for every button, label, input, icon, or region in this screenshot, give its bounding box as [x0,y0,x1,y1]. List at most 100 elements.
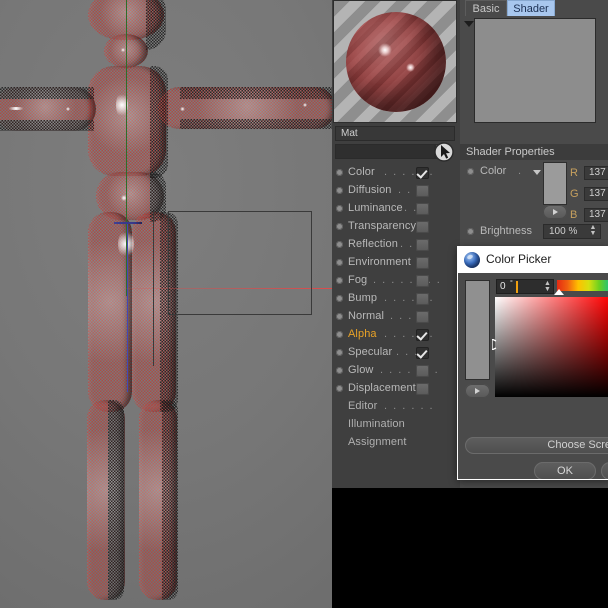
selection-rectangle[interactable] [168,211,312,315]
specular-highlight [180,107,185,111]
color-picker-body: 0 ° ▲ ▼ Choose Scre OK [458,273,608,479]
channel-bullet-icon [336,205,343,212]
model-shading-overlay [180,119,332,129]
shader-color-swatch[interactable] [543,162,567,205]
property-bullet-icon [467,228,474,235]
rgb-field-g[interactable]: 137 [584,187,608,201]
disclosure-triangle-icon[interactable] [464,21,474,27]
shader-preview-box[interactable] [474,18,596,123]
hue-unit: ° [510,280,513,287]
channel-bullet-icon [336,259,343,266]
rgb-field-b[interactable]: 137 [584,208,608,222]
menu-leader-dots: . . . . . . [384,400,435,412]
cancel-button-partial[interactable] [601,462,608,479]
tab-basic[interactable]: Basic [465,0,507,16]
channel-bullet-icon [336,313,343,320]
channel-checkbox-specular[interactable] [416,347,429,359]
channel-label: Color [348,166,375,178]
channel-label: Specular [348,346,393,358]
model-shading-overlay [0,87,94,99]
channel-row-luminance[interactable]: Luminance . . [332,200,460,218]
model-shading-overlay [0,120,94,131]
channel-label: Bump [348,292,378,304]
channel-checkbox-displacement[interactable] [416,383,429,395]
spinner-icon[interactable]: ▲ ▼ [588,224,598,238]
channel-label: Alpha [348,328,377,340]
specular-highlight [303,103,307,107]
model-shading-overlay [150,66,168,178]
spinner-icon[interactable]: ▲ ▼ [543,280,552,294]
material-channel-list: Color . . . . . . Diffusion . . . . Lumi… [332,164,460,452]
chevron-down-icon[interactable] [533,170,541,175]
color-picker-preview-swatch[interactable] [465,280,490,380]
material-preview-swatch[interactable] [333,0,457,123]
channel-row-normal[interactable]: Normal . . . . . [332,308,460,326]
saturation-value-field[interactable] [495,297,608,397]
application-window: Mat ▶ Color . . . . . . Diffusion . . . … [0,0,608,608]
material-search-field[interactable] [335,144,435,159]
channel-checkbox-environment[interactable] [416,257,429,269]
material-name-field[interactable]: Mat [335,126,455,141]
model-shading-overlay [108,400,124,600]
sphere-highlight [378,43,392,57]
channel-row-transparency[interactable]: Transparency [332,218,460,236]
channel-checkbox-normal[interactable] [416,311,429,323]
channel-checkbox-reflection[interactable] [416,239,429,251]
channel-checkbox-fog[interactable] [416,275,429,287]
shader-color-label: Color [480,165,507,177]
menu-item-label: Illumination [348,418,405,430]
color-picker-preview-expand-button[interactable] [465,384,490,398]
choose-screen-color-button[interactable]: Choose Scre [465,437,608,454]
channel-label: Glow [348,364,374,376]
property-bullet-icon [467,168,474,175]
channel-bullet-icon [336,367,343,374]
channel-row-environment[interactable]: Environment [332,254,460,272]
shader-color-expand-button[interactable] [543,205,567,219]
tab-shader[interactable]: Shader [507,0,555,16]
menu-item-editor[interactable]: Editor . . . . . . [332,398,460,416]
specular-highlight [66,107,70,111]
ok-button[interactable]: OK [534,462,596,479]
axis-z-blue [127,222,128,392]
channel-row-displacement[interactable]: Displacement [332,380,460,398]
channel-checkbox-diffusion[interactable] [416,185,429,197]
rgb-field-r[interactable]: 137 [584,166,608,180]
channel-row-alpha[interactable]: Alpha . . . . . . [332,326,460,344]
channel-label: Transparency [348,220,417,232]
channel-row-glow[interactable]: Glow . . . . . . . [332,362,460,380]
channel-row-color[interactable]: Color . . . . . . [332,164,460,182]
channel-checkbox-bump[interactable] [416,293,429,305]
rgb-label-g: G [570,188,579,200]
channel-checkbox-glow[interactable] [416,365,429,377]
color-picker-title: Color Picker [486,252,552,266]
channel-checkbox-color[interactable] [416,167,429,179]
material-tab-bar: Basic Shader [460,0,608,16]
channel-row-diffusion[interactable]: Diffusion . . . . [332,182,460,200]
menu-item-illumination[interactable]: Illumination [332,416,460,434]
shader-brightness-label: Brightness [480,225,532,237]
color-picker-dialog[interactable]: Color Picker 0 ° ▲ ▼ Choose Scre OK [457,246,608,480]
channel-bullet-icon [336,241,343,248]
channel-label: Diffusion [348,184,392,196]
hue-gradient-slider[interactable] [557,280,608,291]
channel-checkbox-alpha[interactable] [416,329,429,341]
channel-row-bump[interactable]: Bump . . . . . . [332,290,460,308]
channel-bullet-icon [336,187,343,194]
channel-checkbox-transparency[interactable] [416,221,429,233]
3d-viewport[interactable] [0,0,332,608]
channel-row-fog[interactable]: Fog . . . . . . . . [332,272,460,290]
channel-row-specular[interactable]: Specular . . . . [332,344,460,362]
text-caret [516,281,518,293]
channel-bullet-icon [336,295,343,302]
hue-input-field[interactable]: 0 ° ▲ ▼ [496,279,554,294]
hue-slider-handle[interactable] [554,289,564,295]
menu-item-assignment[interactable]: Assignment [332,434,460,452]
channel-row-reflection[interactable]: Reflection . . . [332,236,460,254]
channel-checkbox-luminance[interactable] [416,203,429,215]
shader-brightness-row: Brightness 100 % ▲ ▼ [460,224,608,240]
channel-leader-dots: . . . . . . . [380,364,440,376]
channel-label: Normal [348,310,385,322]
specular-highlight [6,107,26,110]
color-picker-titlebar: Color Picker [458,247,608,273]
hue-value: 0 [500,281,506,292]
